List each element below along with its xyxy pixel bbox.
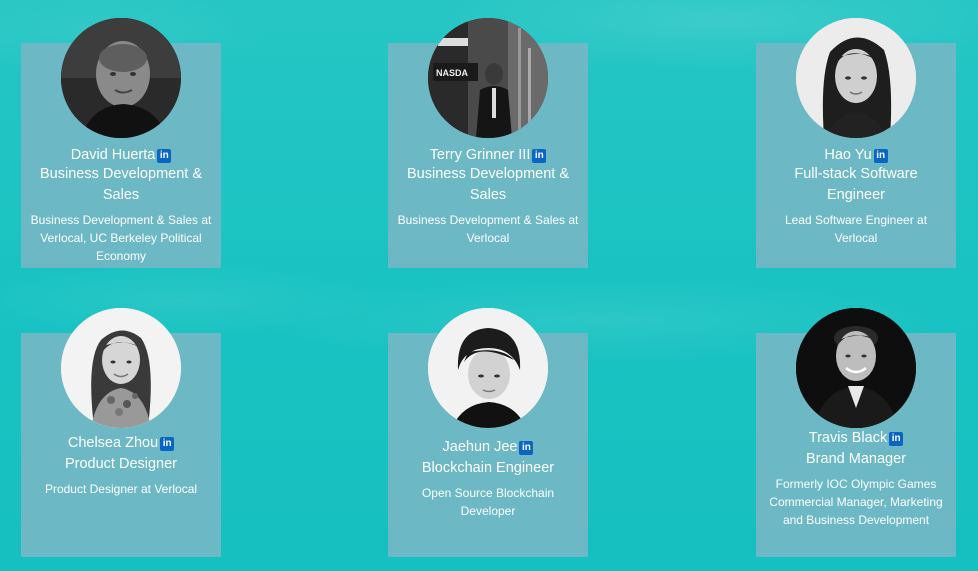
member-description: Product Designer at Verlocal	[44, 482, 198, 496]
avatar: NASDA	[428, 18, 548, 138]
member-name[interactable]: David Huerta	[71, 147, 156, 163]
member-role: Product Designer	[64, 456, 178, 472]
member-name-line: Hao Yu in	[756, 145, 956, 165]
member-role: Business Development & Sales	[407, 166, 569, 203]
team-card: Travis Black in Brand Manager Formerly IO…	[756, 308, 956, 557]
member-name-line: Terry Grinner III in	[388, 145, 588, 165]
svg-text:NASDA: NASDA	[436, 68, 469, 78]
member-name[interactable]: Travis Black	[809, 430, 887, 446]
linkedin-icon[interactable]: in	[160, 437, 175, 451]
avatar	[428, 308, 548, 428]
member-description: Open Source Blockchain Developer	[421, 486, 555, 518]
avatar	[796, 18, 916, 138]
avatar	[61, 308, 181, 428]
member-name[interactable]: Hao Yu	[824, 147, 871, 163]
member-name-line: Travis Black in	[756, 428, 956, 448]
team-card: NASDA Terry Grinner III in Business Devel…	[388, 18, 588, 268]
member-name[interactable]: Chelsea Zhou	[68, 435, 158, 451]
member-role: Business Development & Sales	[40, 166, 202, 203]
team-card: David Huerta in Business Development & Sa…	[21, 18, 221, 268]
member-description: Formerly IOC Olympic Games Commercial Ma…	[769, 477, 943, 527]
linkedin-icon[interactable]: in	[873, 149, 888, 163]
linkedin-icon[interactable]: in	[889, 432, 904, 446]
member-description: Business Development & Sales at Verlocal…	[30, 213, 212, 263]
avatar	[796, 308, 916, 428]
member-name[interactable]: Terry Grinner III	[430, 147, 531, 163]
member-name-line: Chelsea Zhou in	[21, 433, 221, 453]
linkedin-icon[interactable]: in	[519, 441, 534, 455]
linkedin-icon[interactable]: in	[532, 149, 547, 163]
member-role: Brand Manager	[806, 451, 906, 467]
linkedin-icon[interactable]: in	[157, 149, 172, 163]
member-name-line: Jaehun Jee in	[388, 437, 588, 457]
team-card: Chelsea Zhou in Product Designer Product …	[21, 308, 221, 557]
member-role: Blockchain Engineer	[421, 460, 555, 476]
member-role: Full-stack Software Engineer	[794, 166, 918, 203]
member-description: Lead Software Engineer at Verlocal	[784, 213, 928, 245]
member-description: Business Development & Sales at Verlocal	[397, 213, 579, 245]
member-name-line: David Huerta in	[21, 145, 221, 165]
team-card: Jaehun Jee in Blockchain Engineer Open So…	[388, 308, 588, 557]
avatar	[61, 18, 181, 138]
team-card: Hao Yu in Full-stack Software Engineer Le…	[756, 18, 956, 268]
member-name[interactable]: Jaehun Jee	[443, 439, 518, 455]
